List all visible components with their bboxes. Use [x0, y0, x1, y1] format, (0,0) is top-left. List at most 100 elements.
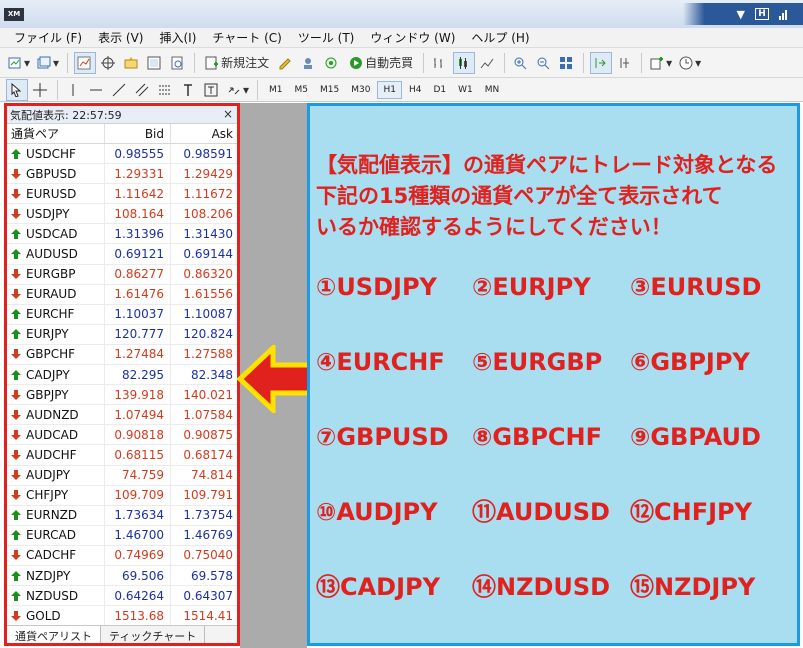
table-row[interactable]: CADCHF 0.74969 0.75040 — [7, 545, 237, 566]
table-row[interactable]: GBPJPY 139.918 140.021 — [7, 385, 237, 406]
navigator-icon[interactable] — [122, 52, 142, 74]
crosshair-icon[interactable] — [31, 79, 51, 101]
line-chart-icon[interactable] — [478, 52, 498, 74]
symbol-label: AUDCAD — [26, 427, 79, 442]
market-watch-tabs: 通貨ペアリスト ティックチャート — [7, 625, 237, 643]
table-row[interactable]: GBPCHF 1.27484 1.27588 — [7, 344, 237, 366]
table-row[interactable]: USDCAD 1.31396 1.31430 — [7, 224, 237, 245]
table-row[interactable]: EURAUD 1.61476 1.61556 — [7, 284, 237, 305]
arrow-down-icon — [11, 389, 21, 400]
symbol-label: EURJPY — [26, 327, 69, 342]
timeframe-mn-button[interactable]: MN — [480, 81, 505, 99]
table-row[interactable]: EURCAD 1.46700 1.46769 — [7, 525, 237, 546]
symbol-label: USDCHF — [26, 146, 76, 161]
arrows-tool-icon[interactable]: ▾ — [225, 79, 251, 101]
experts-icon[interactable] — [299, 52, 319, 74]
symbol-label: GBPCHF — [26, 347, 76, 362]
table-row[interactable]: NZDJPY 69.506 69.578 — [7, 565, 237, 587]
table-row[interactable]: EURCHF 1.10037 1.10087 — [7, 304, 237, 325]
column-header-symbol[interactable]: 通貨ペア — [7, 124, 105, 143]
bid-cell: 82.295 — [105, 365, 171, 385]
timeframe-m1-button[interactable]: M1 — [264, 81, 288, 99]
timeframe-m30-button[interactable]: M30 — [346, 81, 375, 99]
horizontal-line-icon[interactable] — [87, 79, 107, 101]
table-row[interactable]: AUDCAD 0.90818 0.90875 — [7, 425, 237, 446]
table-row[interactable]: CADJPY 82.295 82.348 — [7, 365, 237, 386]
ask-cell: 69.578 — [191, 568, 233, 583]
arrow-down-icon — [11, 349, 21, 360]
symbol-cell: GBPUSD — [7, 164, 105, 184]
fibonacci-icon[interactable] — [156, 79, 176, 101]
symbol-label: EURAUD — [26, 287, 77, 302]
indicators-icon[interactable]: ▾ — [648, 52, 674, 74]
new-order-button[interactable]: 新規注文 — [201, 52, 273, 74]
new-chart-button[interactable]: ▾ — [6, 52, 32, 74]
required-pair: ⑮NZDJPY — [630, 573, 756, 601]
auto-trading-button[interactable]: 自動売買 — [345, 52, 417, 74]
close-icon[interactable]: × — [223, 107, 233, 121]
bar-chart-icon[interactable] — [430, 52, 450, 74]
menu-item-1[interactable]: 表示 (V) — [90, 29, 151, 46]
table-row[interactable]: AUDJPY 74.759 74.814 — [7, 465, 237, 486]
table-row[interactable]: USDCHF 0.98555 0.98591 — [7, 144, 237, 165]
table-row[interactable]: GBPUSD 1.29331 1.29429 — [7, 164, 237, 185]
menu-item-2[interactable]: 挿入(I) — [151, 29, 204, 46]
chart-shift-icon[interactable] — [615, 52, 635, 74]
timeframe-h4-button[interactable]: H4 — [404, 81, 427, 99]
auto-scroll-icon[interactable] — [590, 51, 613, 74]
ask-cell: 1.31430 — [183, 226, 233, 241]
symbol-cell: AUDJPY — [7, 465, 105, 485]
ask-cell: 109.791 — [183, 488, 233, 503]
table-row[interactable]: EURUSD 1.11642 1.11672 — [7, 184, 237, 205]
channel-icon[interactable] — [133, 79, 153, 101]
table-row[interactable]: AUDUSD 0.69121 0.69144 — [7, 244, 237, 265]
strategy-tester-icon[interactable] — [168, 52, 188, 74]
column-header-bid[interactable]: Bid — [105, 124, 171, 143]
table-row[interactable]: AUDCHF 0.68115 0.68174 — [7, 445, 237, 466]
profiles-button[interactable]: ▾ — [35, 52, 61, 74]
restore-icon[interactable]: H — [755, 8, 769, 20]
table-row[interactable]: GOLD 1513.68 1514.41 — [7, 606, 237, 627]
dropdown-icon[interactable]: ▼ — [737, 8, 745, 21]
table-row[interactable]: EURGBP 0.86277 0.86320 — [7, 264, 237, 285]
text-label-icon[interactable] — [202, 79, 222, 101]
menu-item-0[interactable]: ファイル (F) — [6, 29, 90, 46]
column-header-ask[interactable]: Ask — [171, 124, 237, 143]
table-row[interactable]: EURJPY 120.777 120.824 — [7, 324, 237, 345]
tile-windows-icon[interactable] — [557, 52, 577, 74]
table-row[interactable]: NZDUSD 0.64264 0.64307 — [7, 586, 237, 607]
timeframe-h1-button[interactable]: H1 — [377, 80, 402, 99]
terminal-icon[interactable] — [145, 52, 165, 74]
signals-icon[interactable] — [322, 52, 342, 74]
market-watch-toggle[interactable] — [74, 51, 97, 74]
timeframe-w1-button[interactable]: W1 — [453, 81, 478, 99]
candlestick-icon[interactable] — [453, 51, 476, 74]
instruction-line: いるか確認するようにしてください！ — [316, 215, 672, 239]
zoom-out-icon[interactable] — [534, 52, 554, 74]
tab-tick-chart[interactable]: ティックチャート — [101, 626, 206, 643]
vertical-line-icon[interactable] — [64, 79, 84, 101]
zoom-in-icon[interactable] — [511, 52, 531, 74]
timeframe-m5-button[interactable]: M5 — [290, 81, 314, 99]
table-row[interactable]: CHFJPY 109.709 109.791 — [7, 485, 237, 506]
text-tool-icon[interactable] — [179, 79, 199, 101]
timeframe-m15-button[interactable]: M15 — [315, 81, 344, 99]
metaeditor-icon[interactable] — [276, 52, 296, 74]
periods-icon[interactable]: ▾ — [677, 52, 703, 74]
timeframe-d1-button[interactable]: D1 — [428, 81, 451, 99]
standard-toolbar: ▾ ▾ 新規注文 自動売買 ▾ ▾ — [0, 48, 803, 78]
menu-item-5[interactable]: ウィンドウ (W) — [362, 29, 463, 46]
menu-item-6[interactable]: ヘルプ (H) — [463, 29, 537, 46]
table-row[interactable]: USDJPY 108.164 108.206 — [7, 204, 237, 225]
trendline-icon[interactable] — [110, 79, 130, 101]
menu-item-4[interactable]: ツール (T) — [290, 29, 363, 46]
data-window-icon[interactable] — [99, 52, 119, 74]
ask-cell: 1.73754 — [183, 508, 233, 523]
table-row[interactable]: AUDNZD 1.07494 1.07584 — [7, 405, 237, 426]
table-row[interactable]: EURNZD 1.73634 1.73754 — [7, 505, 237, 526]
menu-item-3[interactable]: チャート (C) — [204, 29, 289, 46]
tab-symbols[interactable]: 通貨ペアリスト — [7, 626, 101, 643]
cursor-icon[interactable] — [6, 78, 28, 101]
arrow-down-icon — [11, 610, 21, 621]
ask-cell: 1.07584 — [183, 407, 233, 422]
